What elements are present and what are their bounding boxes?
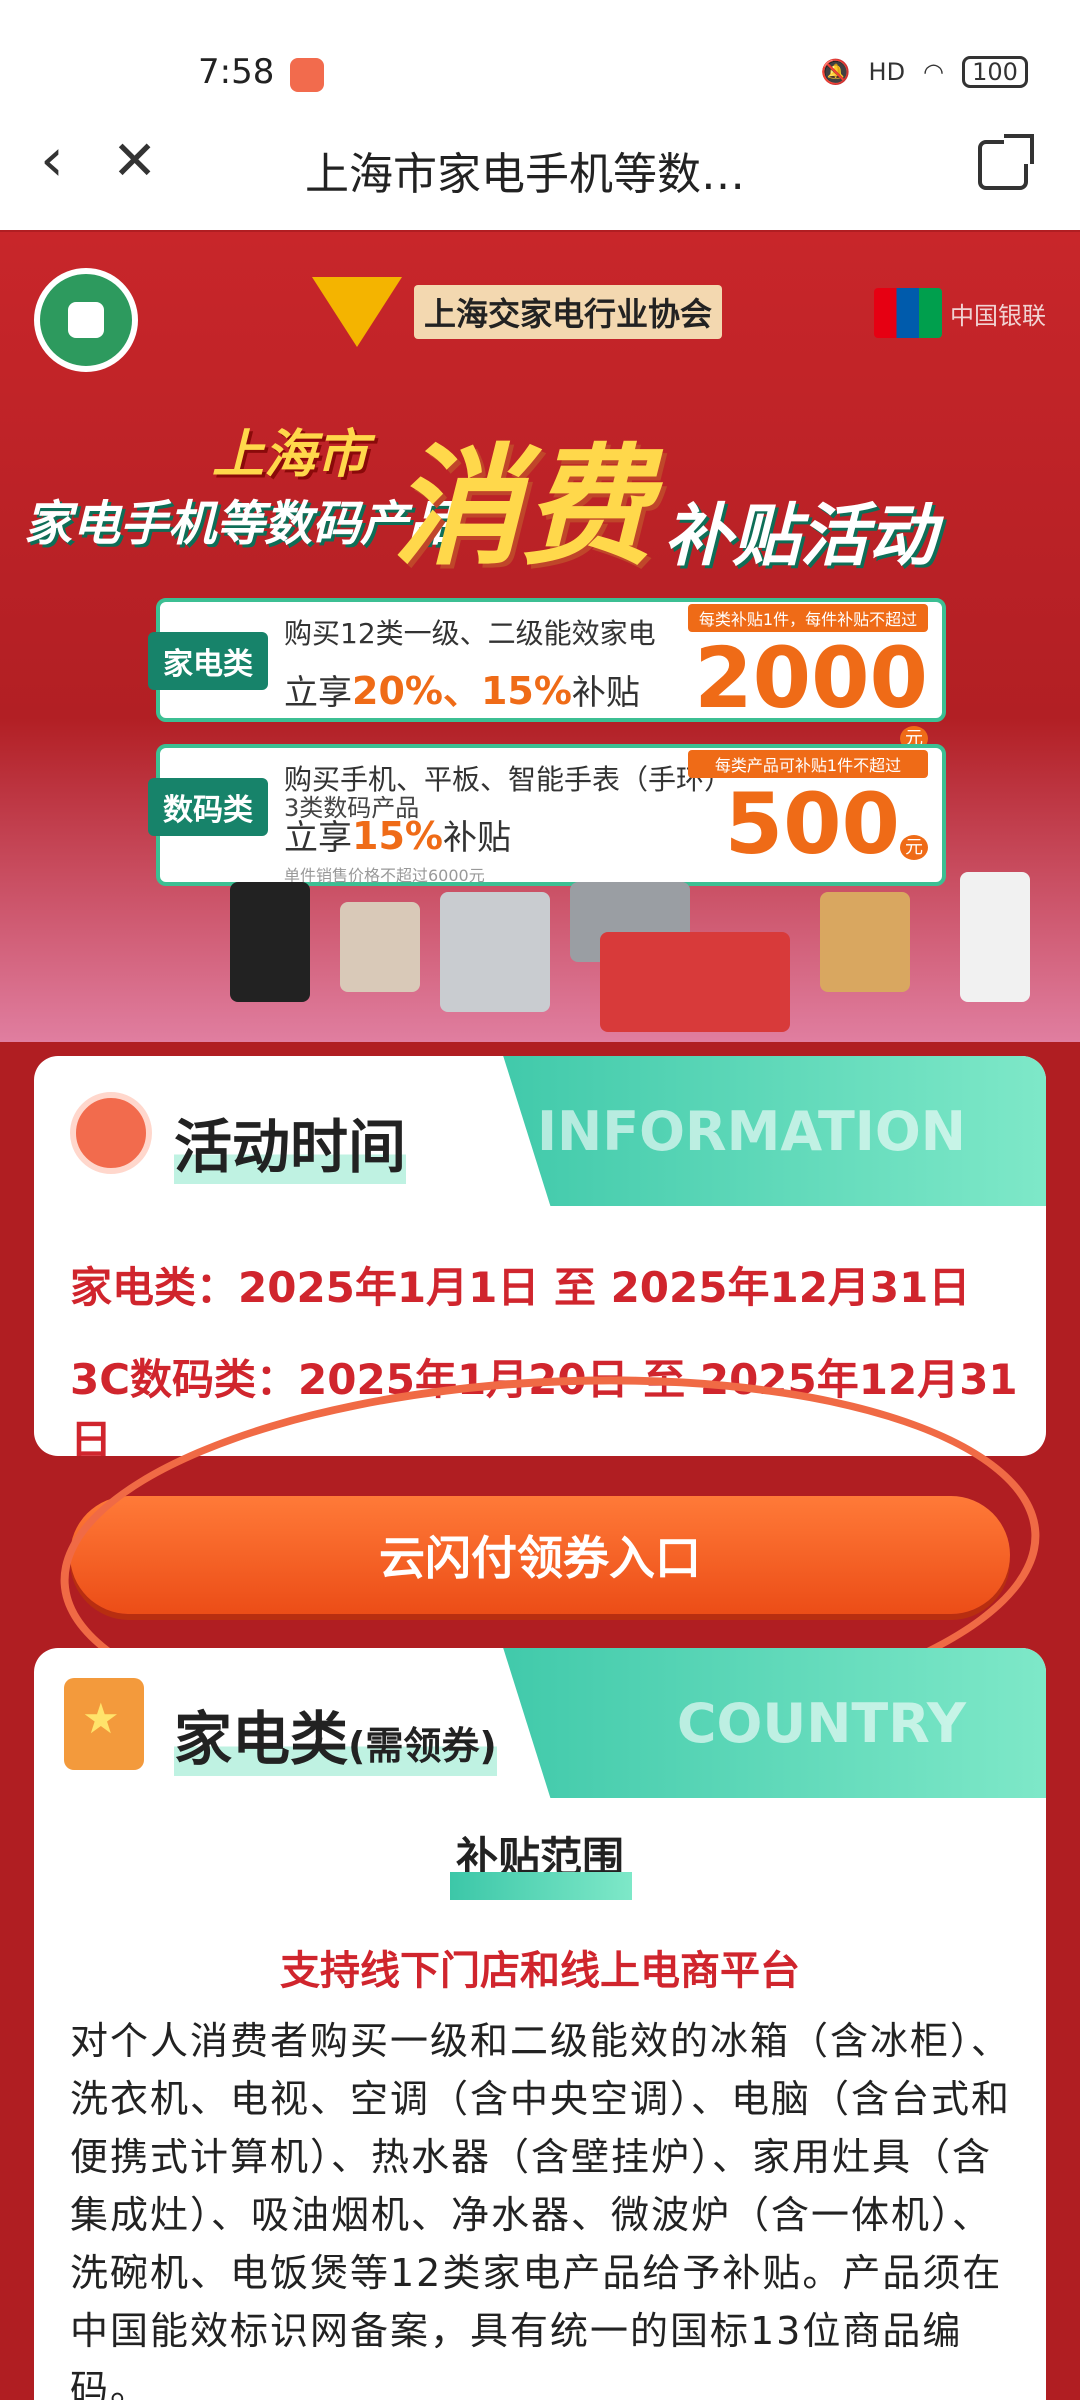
card-header: INFORMATION 活动时间: [34, 1056, 1046, 1206]
wifi-icon: ◠: [923, 58, 944, 86]
signal-icon: HD: [868, 58, 906, 86]
share-icon[interactable]: [978, 134, 1034, 190]
headline: 上海市 家电手机等数码产品 消费 补贴活动: [24, 392, 1064, 583]
dishwasher-icon: [440, 892, 550, 1012]
headline-rest: 补贴活动: [664, 497, 937, 576]
description-text: 对个人消费者购买一级和二级能效的冰箱（含冰柜）、洗衣机、电视、空调（含中央空调）…: [70, 2019, 1012, 2400]
association-mark-icon: [312, 277, 402, 347]
offer-digital: 数码类 购买手机、平板、智能手表（手环） 3类数码产品 立享15%补贴 单件销售…: [148, 744, 946, 886]
status-time: 7:58: [198, 52, 275, 92]
water-purifier-icon: [960, 872, 1030, 1002]
gift-icon: [820, 892, 910, 992]
unionpay-logo: 中国银联: [874, 288, 1046, 338]
offer-amount: 每类产品可补贴1件不超过 500 元: [688, 750, 928, 870]
page-title: 上海市家电手机等数…: [305, 149, 745, 200]
offer-rate: 立享20%、15%补贴: [284, 669, 640, 713]
nav-bar: ‹ ✕ 上海市家电手机等数…: [0, 100, 1080, 230]
notification-icon: [290, 58, 324, 92]
offer-tag: 数码类: [148, 778, 268, 836]
offer-tag: 家电类: [148, 632, 268, 690]
back-icon[interactable]: ‹: [40, 130, 64, 190]
phone-icon: [230, 882, 310, 1002]
unionpay-icon: [874, 288, 942, 338]
trade-in-logo-icon: [34, 268, 138, 372]
card-en-label: COUNTRY: [676, 1692, 966, 1755]
offer-rate: 立享15%补贴: [284, 814, 511, 858]
offer-line1: 购买12类一级、二级能效家电: [284, 617, 656, 650]
system-icons: 🔕 HD ◠ 100: [821, 56, 1028, 88]
giftbox-icon: [600, 932, 790, 1032]
star-book-icon: [64, 1678, 144, 1770]
card-en-label: INFORMATION: [536, 1100, 966, 1163]
card-header: COUNTRY 家电类(需领券): [34, 1648, 1046, 1798]
date-row-appliance: 家电类：2025年1月1日 至 2025年12月31日: [70, 1263, 971, 1312]
card-title: 活动时间: [174, 1100, 407, 1184]
mute-icon: 🔕: [820, 58, 851, 86]
alarm-clock-icon: [70, 1092, 152, 1174]
promo-banner: 上海交家电行业协会 中国银联 上海市 家电手机等数码产品 消费 补贴活动 家电类…: [0, 232, 1080, 1042]
rice-cooker-icon: [340, 902, 420, 992]
headline-city: 上海市: [212, 425, 369, 485]
close-icon[interactable]: ✕: [112, 134, 157, 188]
offer-appliance: 家电类 购买12类一级、二级能效家电 立享20%、15%补贴 每类补贴1件，每件…: [148, 598, 946, 751]
association-name: 上海交家电行业协会: [414, 285, 723, 339]
card-title: 家电类(需领券): [174, 1692, 497, 1776]
battery-icon: 100: [962, 56, 1028, 88]
product-illustration: [0, 872, 1080, 1042]
headline-big: 消费: [392, 431, 653, 583]
offer-amount: 每类补贴1件，每件补贴不超过 2000元: [688, 604, 928, 751]
channel-highlight: 支持线下门店和线上电商平台: [280, 1948, 800, 1994]
section-underline: [450, 1872, 632, 1900]
appliance-card: COUNTRY 家电类(需领券) 补贴范围 支持线下门店和线上电商平台 对个人消…: [34, 1648, 1046, 2400]
association-logo: 上海交家电行业协会: [312, 277, 723, 347]
unionpay-label: 中国银联: [950, 301, 1046, 330]
